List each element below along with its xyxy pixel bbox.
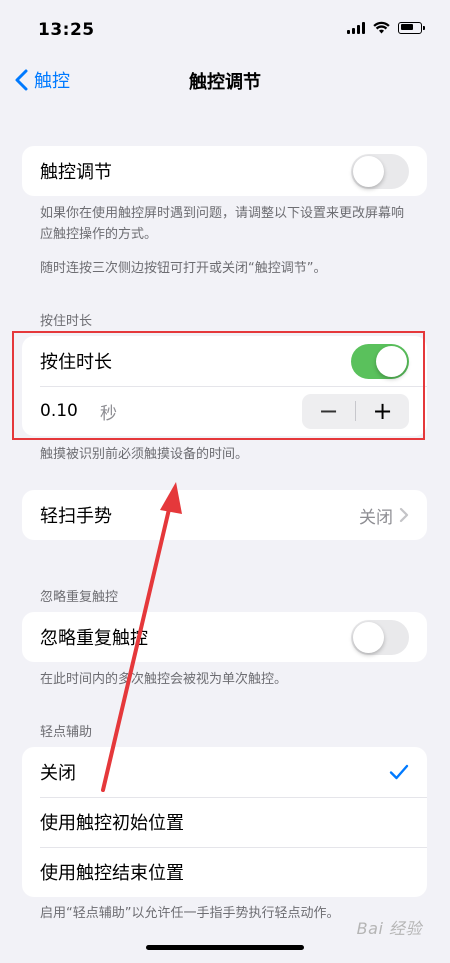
watermark: Bai 经验: [356, 919, 422, 938]
annotation-arrow: [101, 482, 182, 792]
home-indicator[interactable]: [146, 945, 304, 950]
